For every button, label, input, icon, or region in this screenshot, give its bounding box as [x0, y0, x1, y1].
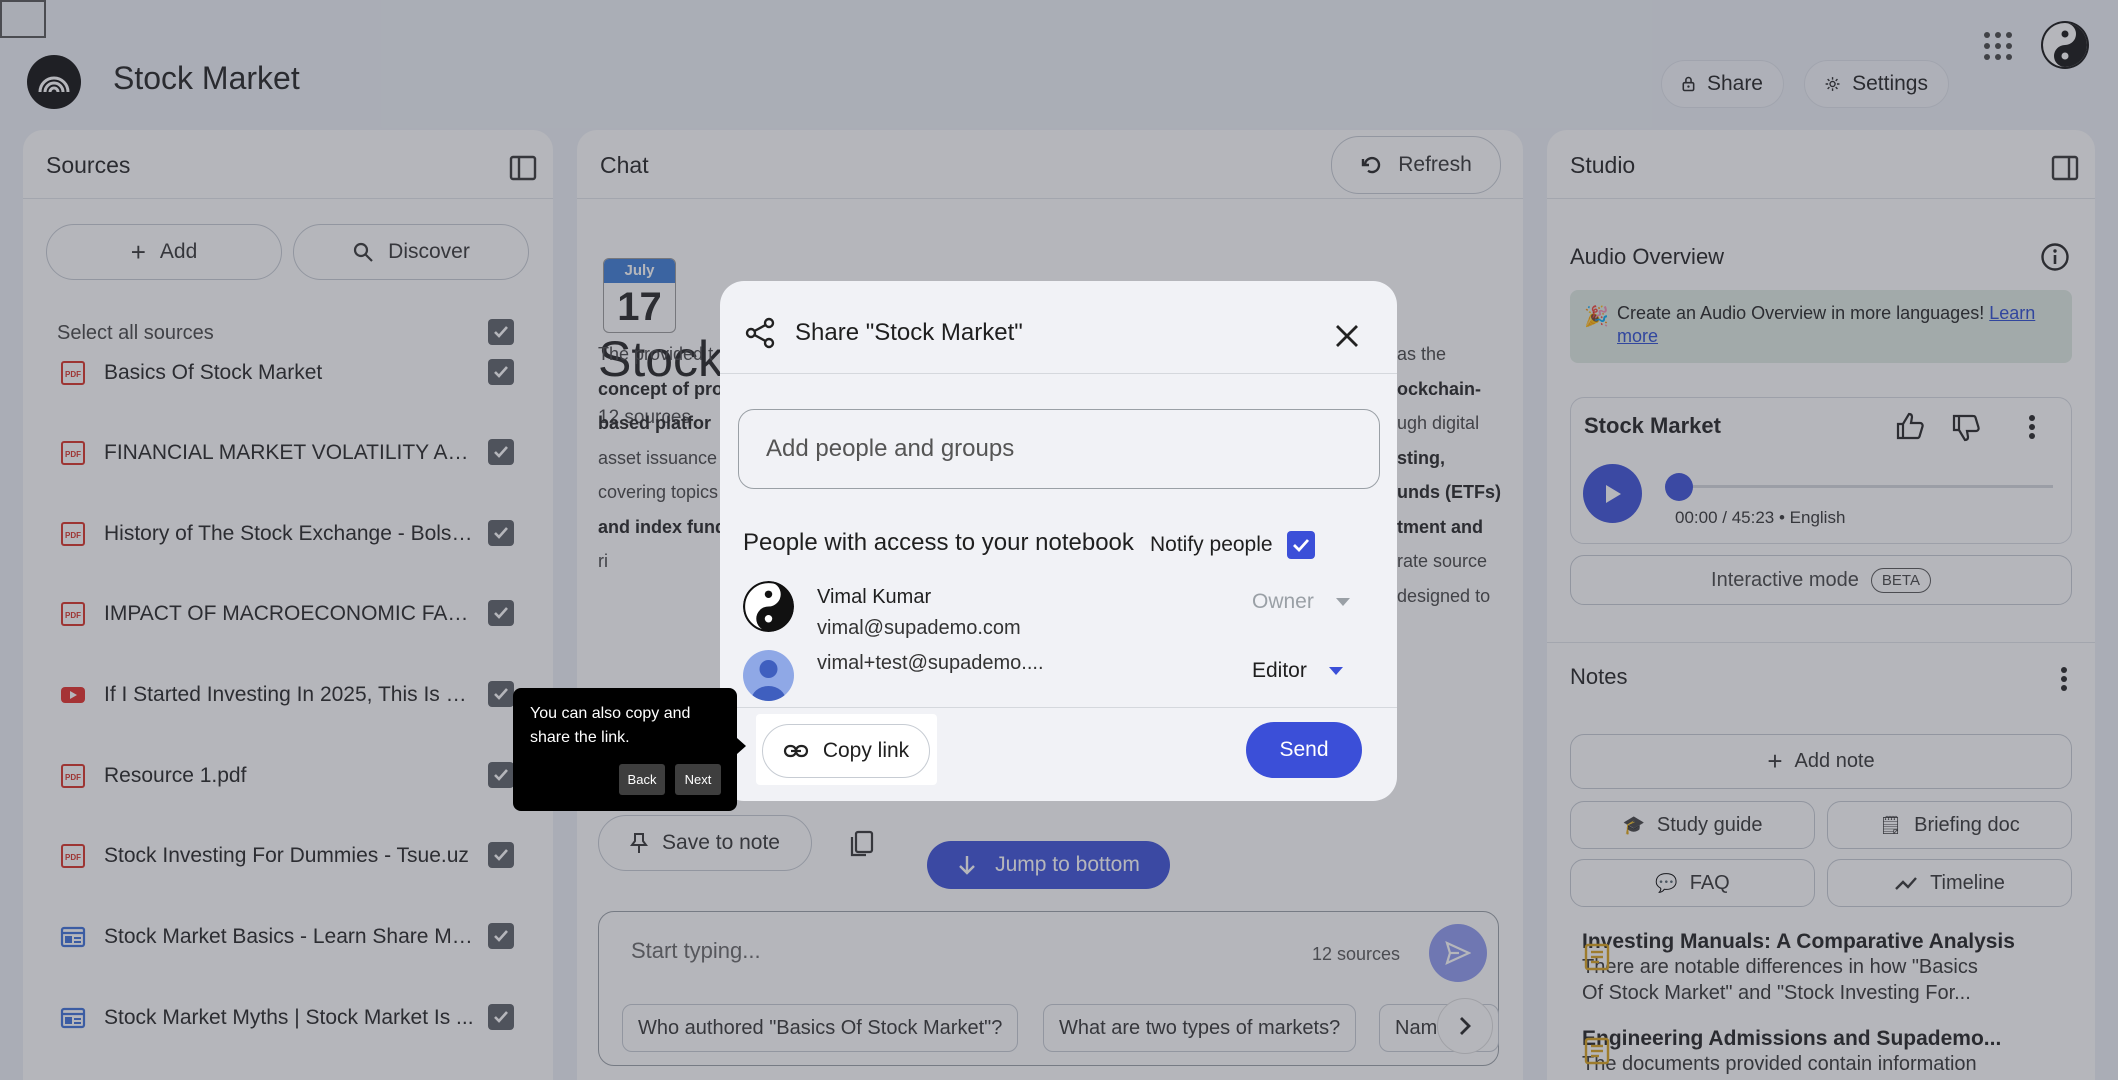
dialog-title: Share "Stock Market"	[795, 319, 1023, 346]
share-icon	[745, 317, 775, 349]
link-icon	[783, 744, 808, 758]
add-people-placeholder: Add people and groups	[766, 435, 1015, 462]
close-icon[interactable]	[1334, 323, 1360, 349]
person-avatar	[743, 581, 794, 632]
tooltip-next-button[interactable]: Next	[675, 764, 721, 795]
role-label: Editor	[1252, 659, 1307, 682]
person-name: Vimal Kumar	[817, 586, 932, 608]
dialog-footer-divider	[720, 707, 1397, 708]
role-label: Owner	[1252, 590, 1314, 613]
dropdown-caret-icon	[1335, 598, 1350, 606]
tooltip-arrow	[737, 738, 746, 754]
tooltip-back-button[interactable]: Back	[619, 764, 665, 795]
share-dialog: Share "Stock Market" Add people and grou…	[720, 281, 1397, 801]
owner-role-select: Owner	[1252, 590, 1350, 614]
copy-link-button[interactable]: Copy link	[762, 724, 930, 778]
add-people-input[interactable]: Add people and groups	[738, 409, 1380, 489]
dropdown-caret-icon	[1328, 667, 1343, 675]
copy-link-highlight: Copy link	[756, 714, 937, 785]
access-title: People with access to your notebook	[743, 529, 1134, 556]
notify-label: Notify people	[1150, 533, 1273, 556]
editor-role-select[interactable]: Editor	[1252, 659, 1343, 683]
notify-people[interactable]: Notify people	[1150, 531, 1315, 559]
person-email: vimal+test@supademo....	[817, 652, 1044, 674]
walkthrough-tooltip: You can also copy and share the link. Ba…	[513, 688, 746, 811]
tooltip-text: You can also copy and share the link.	[530, 705, 691, 746]
dialog-header-divider	[720, 373, 1397, 374]
notify-checkbox[interactable]	[1286, 531, 1315, 559]
person-email: vimal@supademo.com	[817, 617, 1021, 639]
copy-link-label: Copy link	[822, 739, 910, 762]
person-avatar	[743, 650, 794, 701]
send-button[interactable]: Send	[1246, 722, 1362, 778]
